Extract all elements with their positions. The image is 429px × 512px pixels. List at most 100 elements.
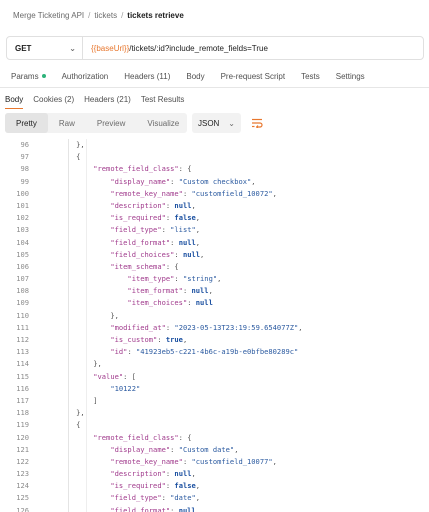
view-mode-raw[interactable]: Raw	[48, 113, 86, 133]
code-token: "remote_field_class"	[93, 164, 179, 174]
code-token: true	[165, 335, 183, 344]
code-line: 96 },	[0, 139, 429, 151]
code-text: "display_name": "Custom date",	[29, 444, 239, 456]
code-token: null	[191, 286, 209, 296]
tab-settings-label: Settings	[335, 71, 365, 81]
code-token: ,	[191, 469, 196, 479]
tab-params[interactable]: Params	[11, 72, 46, 81]
url-path: /tickets/:id?include_remote_fields=True	[129, 43, 268, 53]
code-line: 112 "is_custom": true,	[0, 334, 429, 346]
view-mode-visualize[interactable]: Visualize	[136, 113, 190, 133]
code-token: ,	[182, 335, 188, 344]
tab-authorization[interactable]: Authorization	[62, 72, 109, 81]
code-token: :	[170, 237, 179, 247]
code-token: {	[42, 420, 81, 430]
code-text: "field_format": null,	[29, 237, 200, 249]
tab-tests[interactable]: Tests	[301, 72, 320, 81]
code-text: {	[29, 419, 80, 431]
line-number: 105	[16, 249, 29, 259]
code-token: ,	[217, 274, 222, 284]
response-tab-headers[interactable]: Headers (21)	[84, 89, 131, 109]
code-line: 99 "display_name": "Custom checkbox",	[0, 176, 429, 188]
code-token: false	[174, 213, 196, 223]
response-tab-headers-label: Headers (21)	[84, 94, 131, 104]
code-text: "id": "41923eb5-c221-4b6c-a19b-e0bfbe802…	[29, 346, 298, 358]
method-label: GET	[15, 43, 32, 53]
code-token: ,	[195, 213, 201, 223]
breadcrumb-folder[interactable]: tickets	[94, 11, 117, 20]
breadcrumb-request[interactable]: tickets retrieve	[127, 11, 183, 20]
tab-headers[interactable]: Headers (11)	[124, 72, 170, 81]
breadcrumb: Merge Ticketing API / tickets / tickets …	[0, 0, 429, 30]
code-token: ,	[234, 444, 239, 454]
tab-body[interactable]: Body	[186, 72, 204, 81]
line-number: 110	[16, 310, 29, 320]
code-line: 103 "field_type": "list",	[0, 224, 429, 236]
line-number: 108	[16, 286, 29, 296]
code-text: },	[29, 407, 85, 419]
view-mode-pretty[interactable]: Pretty	[5, 113, 48, 133]
response-tab-test-results[interactable]: Test Results	[141, 89, 185, 109]
code-token: "list"	[170, 225, 196, 235]
code-token: ,	[195, 505, 201, 512]
code-token: "10122"	[110, 383, 141, 393]
code-token: ,	[272, 456, 277, 466]
code-line: 108 "item_format": null,	[0, 285, 429, 297]
tab-settings[interactable]: Settings	[336, 72, 365, 81]
code-text: "field_type": "date",	[29, 492, 200, 504]
code-token: "id"	[110, 347, 128, 357]
code-text: {	[29, 151, 80, 163]
code-line: 97 {	[0, 151, 429, 163]
code-token: },	[42, 140, 85, 149]
code-token: :	[182, 456, 192, 466]
code-text: "remote_key_name": "customfield_10077",	[29, 456, 277, 468]
line-number: 102	[16, 213, 29, 223]
line-number: 106	[16, 261, 29, 271]
code-token: ,	[195, 493, 201, 503]
tab-pre-request-script-label: Pre-request Script	[220, 71, 286, 81]
line-number: 100	[16, 188, 29, 198]
format-label: JSON	[198, 118, 220, 128]
view-mode-switch: Pretty Raw Preview Visualize	[5, 113, 187, 133]
code-token: :	[127, 347, 136, 357]
method-select[interactable]: GET ⌄	[7, 37, 83, 59]
code-lines: 96 }, 97 {98 "remote_field_class": {99 "d…	[0, 139, 429, 512]
view-mode-preview[interactable]: Preview	[86, 113, 136, 133]
format-select[interactable]: JSON ⌄	[192, 113, 241, 133]
code-line: 102 "is_required": false,	[0, 212, 429, 224]
code-line: 117 ]	[0, 395, 429, 407]
code-text: "is_custom": true,	[29, 334, 187, 346]
code-text: ]	[29, 395, 97, 407]
breadcrumb-collection[interactable]: Merge Ticketing API	[13, 11, 84, 20]
code-text: "value": [	[29, 371, 136, 383]
response-tab-cookies[interactable]: Cookies (2)	[33, 89, 74, 109]
code-token: ,	[191, 200, 196, 210]
response-tab-body[interactable]: Body	[5, 89, 24, 109]
code-line: 119 {	[0, 419, 429, 431]
wrap-lines-button[interactable]	[247, 113, 267, 133]
line-number: 118	[16, 408, 29, 418]
line-number: 125	[16, 493, 29, 503]
code-token: "field_type"	[110, 225, 162, 235]
tab-pre-request-script[interactable]: Pre-request Script	[221, 72, 285, 81]
code-token: "item_choices"	[127, 298, 188, 308]
line-number: 114	[16, 359, 29, 369]
url-input[interactable]: {{baseUrl}}/tickets/:id?include_remote_f…	[83, 37, 423, 59]
code-token: :	[161, 493, 171, 503]
response-body-code[interactable]: 96 }, 97 {98 "remote_field_class": {99 "d…	[0, 139, 429, 512]
line-number: 99	[20, 176, 29, 186]
line-number: 109	[16, 298, 29, 308]
line-number: 124	[16, 481, 29, 491]
